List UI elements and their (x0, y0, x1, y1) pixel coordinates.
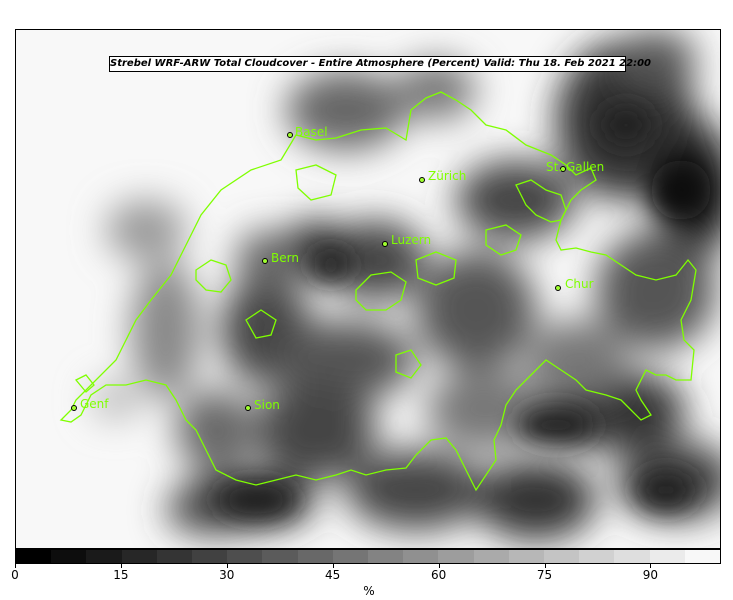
colorbar-tick-label: 45 (325, 568, 341, 582)
cloud-patch (256, 380, 376, 480)
colorbar-segment (332, 550, 369, 563)
colorbar-tick-label: 90 (642, 568, 659, 582)
cloud-patch (346, 450, 486, 530)
colorbar-segment (544, 550, 580, 563)
cloud-patch-dark (216, 482, 296, 518)
cloudcover-field (16, 30, 720, 548)
colorbar-tick-label: 75 (536, 568, 553, 582)
city-label-st-gallen: St. Gallen (546, 160, 605, 174)
cloud-patch-dark (311, 250, 351, 280)
cloud-patch-dark (516, 405, 596, 445)
colorbar-tick-label: 15 (113, 568, 129, 582)
colorbar-tick-label: 30 (219, 568, 235, 582)
colorbar-segment (86, 550, 122, 563)
cloudcover-map (15, 29, 721, 549)
city-label-chur: Chur (565, 277, 594, 291)
colorbar-segment (262, 550, 298, 563)
colorbar-segment (192, 550, 228, 563)
city-label-genf: Genf (80, 397, 109, 411)
colorbar-segment (403, 550, 439, 563)
city-label-sion: Sion (254, 398, 280, 412)
cloud-patch-dark (601, 105, 651, 145)
colorbar-segment (368, 550, 404, 563)
colorbar-segment (156, 550, 193, 563)
colorbar-segment (649, 550, 685, 563)
cloud-patch-dark (636, 470, 696, 510)
colorbar-segment (684, 550, 721, 563)
colorbar-segment (438, 550, 474, 563)
map-title: Strebel WRF-ARW Total Cloudcover - Entir… (109, 56, 651, 72)
city-point (262, 258, 268, 264)
city-point (382, 241, 388, 247)
cloud-patch-dark (651, 160, 711, 220)
cloud-patch (176, 390, 256, 470)
colorbar (15, 549, 721, 564)
colorbar-segment (473, 550, 509, 563)
colorbar-segment (614, 550, 650, 563)
colorbar-segment (16, 550, 52, 563)
colorbar-segment (508, 550, 545, 563)
city-label-zurich: Zürich (428, 169, 467, 183)
colorbar-segment (121, 550, 157, 563)
city-label-basel: Basel (295, 125, 328, 139)
cloud-patch (106, 200, 186, 260)
colorbar-segment (227, 550, 263, 563)
cloud-patch (416, 250, 536, 370)
city-point (245, 405, 251, 411)
city-label-luzern: Luzern (391, 233, 432, 247)
colorbar-segment (297, 550, 333, 563)
cloud-patch (526, 320, 626, 400)
cloud-patch (596, 230, 716, 350)
colorbar-segment (51, 550, 87, 563)
city-point (555, 285, 561, 291)
city-point (287, 132, 293, 138)
colorbar-tick-label: 0 (11, 568, 19, 582)
cloud-patch (476, 460, 596, 540)
colorbar-unit-label: % (363, 584, 375, 598)
city-label-bern: Bern (271, 251, 299, 265)
city-point (419, 177, 425, 183)
colorbar-tick-label: 60 (430, 568, 447, 582)
city-point (71, 405, 77, 411)
colorbar-segment (579, 550, 615, 563)
